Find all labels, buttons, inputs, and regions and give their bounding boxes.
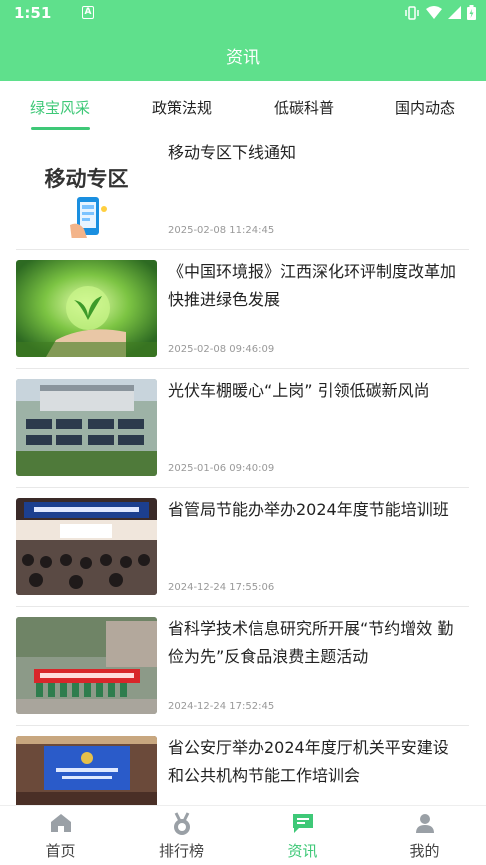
article-title: 省科学技术信息研究所开展“节约增效 勤俭为先”反食品浪费主题活动 (168, 619, 454, 666)
article-thumbnail (16, 379, 157, 476)
home-icon (50, 814, 71, 832)
tab-lvbao-fengcai[interactable]: 绿宝风采 (30, 97, 90, 118)
article-thumbnail (16, 617, 157, 714)
nav-news[interactable]: 资讯 (242, 806, 363, 865)
bottom-navigation: 首页 排行榜 资讯 我的 (0, 805, 486, 865)
tab-guonei-dongtai[interactable]: 国内动态 (395, 97, 455, 118)
list-item[interactable]: 光伏车棚暖心“上岗” 引领低碳新风尚 2025-01-06 09:40:09 (16, 369, 469, 488)
status-icons (404, 5, 476, 20)
thumbnail-caption: 移动专区 (44, 167, 129, 191)
article-list: 移动专区 移动专区下线通知 2025-02-08 11:24:45 《中国环境报… (16, 131, 469, 845)
training-meeting-image (16, 498, 157, 595)
list-item[interactable]: 《中国环境报》江西深化环评制度改革加快推进绿色发展 2025-02-08 09:… (16, 250, 469, 369)
article-time: 2024-12-24 17:55:06 (168, 582, 275, 593)
list-item[interactable]: 省科学技术信息研究所开展“节约增效 勤俭为先”反食品浪费主题活动 2024-12… (16, 607, 469, 726)
mobile-phone-icon (70, 197, 107, 238)
vibrate-icon (405, 5, 419, 20)
nav-ranking-label: 排行榜 (158, 842, 204, 860)
nav-news-label: 资讯 (287, 842, 318, 860)
solar-carport-image (16, 379, 157, 476)
person-icon (415, 814, 434, 833)
article-thumbnail (16, 498, 157, 595)
list-item[interactable]: 移动专区 移动专区下线通知 2025-02-08 11:24:45 (16, 131, 469, 250)
list-item[interactable]: 省管局节能办举办2024年度节能培训班 2024-12-24 17:55:06 (16, 488, 469, 607)
page-title: 资讯 (226, 48, 260, 68)
status-bar: 1:51 A (0, 0, 486, 26)
nav-mine[interactable]: 我的 (364, 806, 485, 865)
active-tab-indicator (31, 127, 90, 130)
wifi-icon (426, 6, 442, 19)
article-title: 移动专区下线通知 (168, 143, 297, 162)
nav-home-label: 首页 (45, 842, 76, 860)
article-time: 2024-12-24 17:52:45 (168, 701, 275, 712)
nav-mine-label: 我的 (409, 842, 440, 860)
article-title: 光伏车棚暖心“上岗” 引领低碳新风尚 (168, 381, 430, 400)
battery-icon (467, 5, 476, 20)
medal-icon (173, 812, 190, 835)
article-time: 2025-02-08 11:24:45 (168, 225, 275, 236)
article-thumbnail: 移动专区 (16, 141, 157, 238)
signal-icon (448, 6, 461, 19)
message-icon (292, 814, 313, 833)
article-title: 省公安厅举办2024年度厅机关平安建设和公共机构节能工作培训会 (168, 738, 449, 785)
group-event-banner-image (16, 617, 157, 714)
app-bar: 资讯 (0, 26, 486, 81)
category-tabs: 绿宝风采 政策法规 低碳科普 国内动态 (0, 81, 486, 131)
nav-home[interactable]: 首页 (0, 806, 121, 865)
tab-ditan-kepu[interactable]: 低碳科普 (274, 97, 334, 118)
tab-zhengce-fagui[interactable]: 政策法规 (152, 97, 212, 118)
nav-ranking[interactable]: 排行榜 (121, 806, 242, 865)
article-time: 2025-02-08 09:46:09 (168, 344, 275, 355)
article-title: 省管局节能办举办2024年度节能培训班 (168, 500, 449, 519)
article-thumbnail (16, 260, 157, 357)
status-time: 1:51 (14, 4, 52, 22)
article-time: 2025-01-06 09:40:09 (168, 463, 275, 474)
article-title: 《中国环境报》江西深化环评制度改革加快推进绿色发展 (168, 262, 457, 309)
plant-in-hand-image (16, 260, 157, 357)
notification-app-icon: A (82, 6, 94, 19)
